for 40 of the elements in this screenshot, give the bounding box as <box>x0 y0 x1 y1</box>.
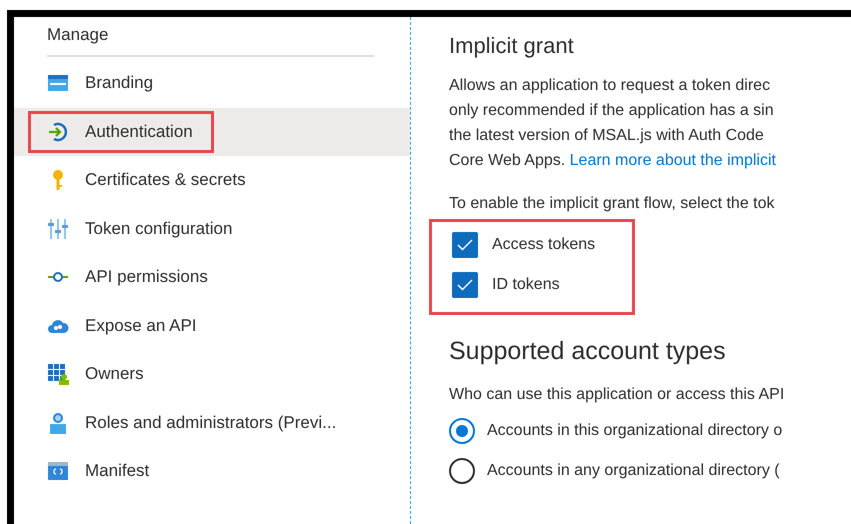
nav-item-text: Branding <box>85 73 154 94</box>
nav-item[interactable]: Owners <box>14 350 410 398</box>
nav-item[interactable]: Manifest <box>14 447 410 496</box>
nav-item[interactable]: Expose an API <box>14 302 410 350</box>
nav-item-text: Expose an API <box>85 316 197 336</box>
code-file-icon <box>47 460 69 482</box>
nav-item[interactable]: Authentication <box>14 108 410 156</box>
nav-item-text: Roles and administrators (Previ... <box>85 412 336 433</box>
checkbox-label: ID tokens <box>492 276 560 294</box>
radio-button[interactable] <box>449 418 475 444</box>
radio-label: Accounts in this organizational directory o <box>487 422 782 440</box>
section-heading: Manage <box>47 25 108 46</box>
sliders-icon <box>47 218 69 240</box>
nav-item[interactable]: Token configuration <box>14 204 410 253</box>
checkbox-label: Access tokens <box>492 236 596 254</box>
checkbox[interactable] <box>452 232 478 258</box>
question-text: Who can use this application or access this API <box>449 386 786 404</box>
nav-item-text: Token configuration <box>85 218 232 239</box>
nav-item-text: Certificates & secrets <box>85 170 246 190</box>
checkmark-icon <box>457 239 473 251</box>
nav-item-text: Authentication <box>85 122 193 142</box>
description-paragraph: Allows an application to request a token direc only recommended if the application has a sin the latest version of MSAL.js with Auth Code Core Web Apps. Learn more about the implicit <box>449 76 777 171</box>
sign-in-arrow-icon <box>47 120 69 143</box>
radio-button[interactable] <box>449 458 475 484</box>
person-badge-icon <box>47 412 69 434</box>
nav-item[interactable]: API permissions <box>14 253 410 302</box>
instruction-text: To enable the implicit grant flow, select the tok <box>449 195 776 213</box>
nav-item[interactable]: Roles and administrators (Previ... <box>14 398 410 447</box>
checkmark-icon <box>457 279 473 291</box>
grid-person-icon <box>47 363 69 386</box>
checkbox[interactable] <box>452 272 478 298</box>
section-title: Supported account types <box>449 337 727 366</box>
nav-item-text: Owners <box>85 364 144 384</box>
radio-label: Accounts in any organizational directory ( <box>487 462 780 480</box>
nav-item-text: API permissions <box>85 267 208 288</box>
nav-item-text: Manifest <box>85 461 150 482</box>
nav-item[interactable]: Certificates & secrets <box>14 156 410 204</box>
nav-item[interactable]: Branding <box>14 59 410 108</box>
section-title: Implicit grant <box>449 33 575 59</box>
learn-more-link[interactable]: Learn more about the implicit <box>570 152 776 169</box>
